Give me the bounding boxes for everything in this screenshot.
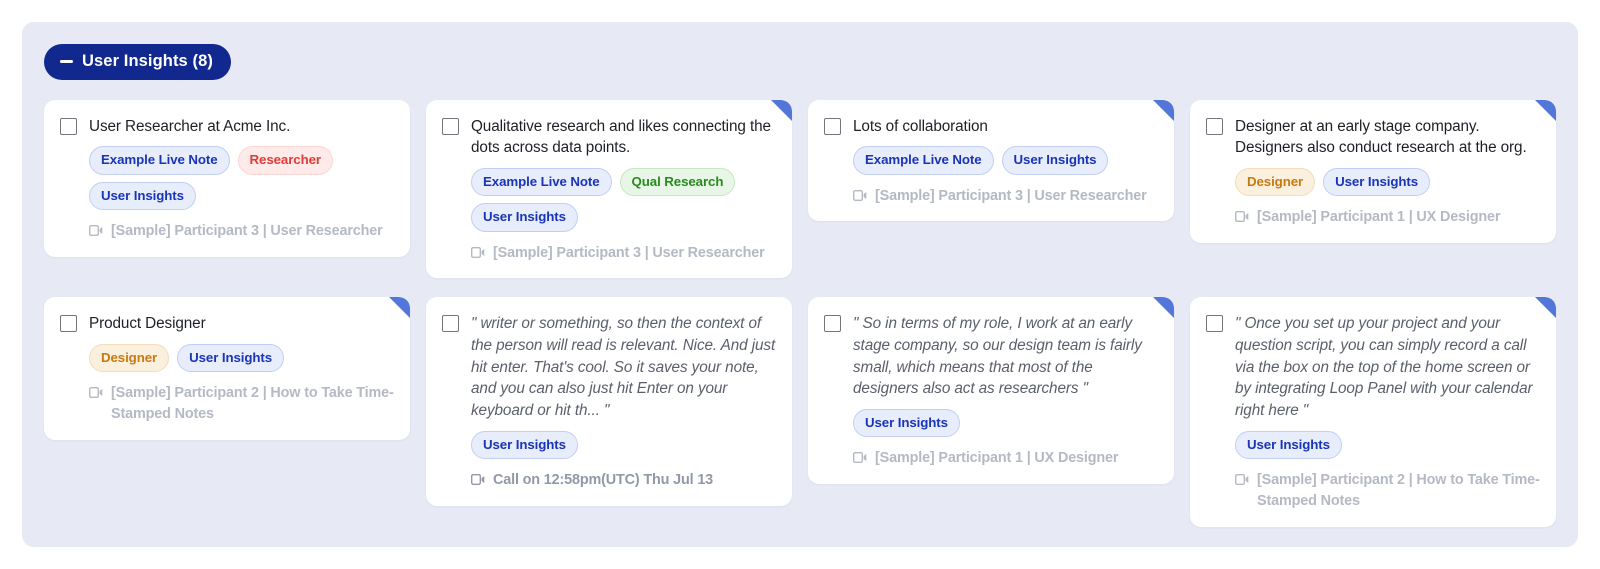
insight-tag[interactable]: User Insights [1235,431,1342,459]
insight-source: [Sample] Participant 2 | How to Take Tim… [89,383,394,424]
insight-title: Designer at an early stage company. Desi… [1235,116,1540,159]
insight-card[interactable]: Qualitative research and likes connectin… [426,100,792,279]
insight-source-label: [Sample] Participant 3 | User Researcher [493,243,776,264]
insight-title: Qualitative research and likes connectin… [471,116,776,159]
insight-card-body: " So in terms of my role, I work at an e… [853,313,1158,469]
video-camera-icon [853,452,867,463]
insight-card[interactable]: Designer at an early stage company. Desi… [1190,100,1556,243]
insights-panel: User Insights (8) User Researcher at Acm… [22,22,1578,547]
corner-flag-icon [389,297,410,318]
insight-checkbox[interactable] [442,118,459,135]
insight-source-label: [Sample] Participant 3 | User Researcher [111,221,394,242]
insight-source-label: [Sample] Participant 2 | How to Take Tim… [111,383,394,424]
insight-card[interactable]: Lots of collaboration Example Live Note Us… [808,100,1174,222]
video-camera-icon [89,225,103,236]
insight-tag[interactable]: User Insights [853,409,960,437]
insight-title: Lots of collaboration [853,116,1158,138]
insight-source: [Sample] Participant 3 | User Researcher [89,221,394,242]
video-camera-icon [471,247,485,258]
video-camera-icon [1235,474,1249,485]
insight-tag-list: Example Live Note User Insights [853,146,1158,174]
insight-source: [Sample] Participant 1 | UX Designer [1235,207,1540,228]
insight-tag[interactable]: User Insights [471,431,578,459]
corner-flag-icon [1535,297,1556,318]
insight-tag[interactable]: Designer [89,344,169,372]
insight-tag-list: User Insights [471,431,776,459]
insight-tag[interactable]: Qual Research [620,168,736,196]
insight-tag[interactable]: Designer [1235,168,1315,196]
corner-flag-icon [1153,100,1174,121]
insight-card-body: Product Designer Designer User Insights [Sa… [89,313,394,424]
corner-flag-icon [1153,297,1174,318]
insight-title: User Researcher at Acme Inc. [89,116,394,138]
insight-checkbox[interactable] [1206,118,1223,135]
app-frame: User Insights (8) User Researcher at Acm… [8,8,1592,561]
insight-tag-list: User Insights [1235,431,1540,459]
insight-checkbox[interactable] [824,118,841,135]
minus-icon [60,60,73,63]
insight-source: Call on 12:58pm(UTC) Thu Jul 13 [471,470,776,491]
insight-tag-list: Example Live Note Researcher User Insights [89,146,394,210]
insight-title: " writer or something, so then the conte… [471,313,776,422]
insight-source-label: [Sample] Participant 1 | UX Designer [1257,207,1540,228]
video-camera-icon [1235,211,1249,222]
insight-checkbox[interactable] [1206,315,1223,332]
insight-tag[interactable]: Researcher [238,146,333,174]
insight-tag-list: User Insights [853,409,1158,437]
insight-tag[interactable]: User Insights [1002,146,1109,174]
insight-card-body: User Researcher at Acme Inc. Example Live… [89,116,394,242]
insight-tag[interactable]: User Insights [1323,168,1430,196]
insight-source-label: [Sample] Participant 3 | User Researcher [875,186,1158,207]
insight-title: " So in terms of my role, I work at an e… [853,313,1158,400]
insight-checkbox[interactable] [442,315,459,332]
insight-source-label: [Sample] Participant 2 | How to Take Tim… [1257,470,1540,511]
insight-checkbox[interactable] [824,315,841,332]
insight-checkbox[interactable] [60,118,77,135]
insight-card-body: Designer at an early stage company. Desi… [1235,116,1540,228]
insight-card[interactable]: " writer or something, so then the conte… [426,297,792,506]
video-camera-icon [853,190,867,201]
insight-tag-list: Example Live Note Qual Research User Insig… [471,168,776,232]
insight-checkbox[interactable] [60,315,77,332]
insight-tag[interactable]: Example Live Note [471,168,612,196]
insight-card[interactable]: Product Designer Designer User Insights [Sa… [44,297,410,439]
insight-source: [Sample] Participant 2 | How to Take Tim… [1235,470,1540,511]
insight-card[interactable]: " Once you set up your project and your … [1190,297,1556,526]
insight-source-label: [Sample] Participant 1 | UX Designer [875,448,1158,469]
insight-tag[interactable]: User Insights [89,182,196,210]
insight-card-body: Qualitative research and likes connectin… [471,116,776,264]
insight-tag[interactable]: Example Live Note [89,146,230,174]
insight-card-body: Lots of collaboration Example Live Note Us… [853,116,1158,207]
insight-tag-list: Designer User Insights [1235,168,1540,196]
insight-tag[interactable]: User Insights [471,203,578,231]
insight-source: [Sample] Participant 3 | User Researcher [853,186,1158,207]
insight-card-body: " Once you set up your project and your … [1235,313,1540,511]
insight-tag[interactable]: Example Live Note [853,146,994,174]
insight-source: [Sample] Participant 3 | User Researcher [471,243,776,264]
screen: User Insights (8) User Researcher at Acm… [0,0,1600,569]
insight-card[interactable]: " So in terms of my role, I work at an e… [808,297,1174,484]
insight-tag-list: Designer User Insights [89,344,394,372]
section-header-label: User Insights (8) [82,53,213,70]
insight-source: [Sample] Participant 1 | UX Designer [853,448,1158,469]
section-header-user-insights[interactable]: User Insights (8) [44,44,231,80]
insight-source-label: Call on 12:58pm(UTC) Thu Jul 13 [493,470,776,491]
corner-flag-icon [1535,100,1556,121]
video-camera-icon [89,387,103,398]
insight-card[interactable]: User Researcher at Acme Inc. Example Live… [44,100,410,257]
insight-title: Product Designer [89,313,394,335]
insight-tag[interactable]: User Insights [177,344,284,372]
insight-title: " Once you set up your project and your … [1235,313,1540,422]
insight-card-grid: User Researcher at Acme Inc. Example Live… [44,100,1556,527]
insight-card-body: " writer or something, so then the conte… [471,313,776,491]
video-camera-icon [471,474,485,485]
corner-flag-icon [771,100,792,121]
